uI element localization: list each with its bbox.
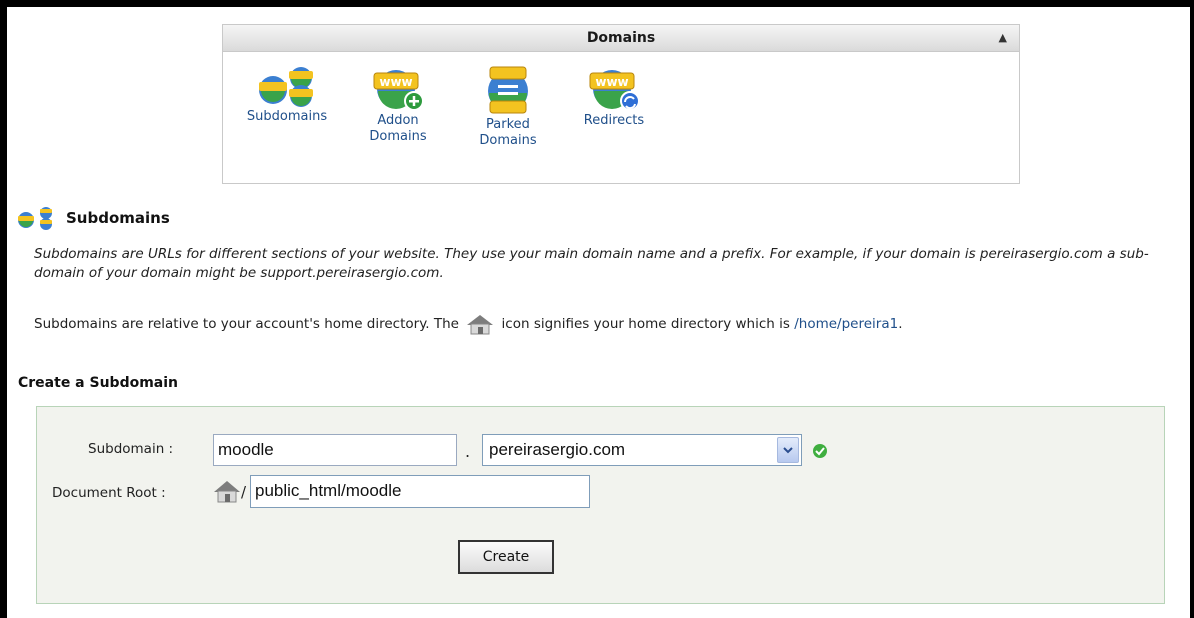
document-root-slash: / [241, 483, 247, 501]
collapse-arrow-icon[interactable]: ▲ [999, 25, 1007, 51]
domain-select-value: pereirasergio.com [489, 440, 626, 459]
subdomains-description: Subdomains are URLs for different sectio… [34, 246, 1149, 281]
chevron-down-icon[interactable] [777, 437, 799, 463]
home-directory-link[interactable]: /home/pereira1 [794, 316, 898, 332]
home-icon [467, 315, 494, 335]
subdomain-label: Subdomain : [88, 441, 174, 457]
redirects-icon: www [589, 70, 640, 111]
parked-domains-icon [488, 66, 528, 114]
home-note-end: . [898, 316, 903, 332]
www-text: www [379, 75, 412, 89]
page-title-text: Subdomains [66, 209, 170, 227]
window-frame-top [0, 0, 1194, 7]
www-text: www [595, 75, 628, 89]
domains-panel-title: Domains [586, 30, 656, 46]
create-subdomain-heading: Create a Subdomain [18, 375, 179, 391]
page-title: Subdomains [16, 206, 170, 230]
domain-item-addon-domains[interactable]: www Addon Domains [353, 65, 443, 145]
domain-item-label: Parked [486, 117, 530, 132]
home-note-text: Subdomains are relative to your account'… [34, 316, 459, 332]
window-frame-right [1190, 0, 1194, 618]
home-directory-note: Subdomains are relative to your account'… [34, 311, 1084, 337]
subdomain-input[interactable]: moodle [213, 434, 457, 466]
window-frame-left [0, 0, 7, 618]
create-button[interactable]: Create [458, 540, 554, 574]
domain-select[interactable]: pereirasergio.com [482, 434, 802, 466]
domain-item-label: Addon [377, 113, 419, 128]
domain-item-redirects[interactable]: www Redirects [569, 65, 659, 129]
domain-item-label: Redirects [583, 113, 645, 128]
domain-separator-dot: . [465, 442, 471, 461]
domains-panel-header[interactable]: Domains ▲ [223, 25, 1019, 52]
domain-item-label-line2: Domains [479, 133, 537, 148]
document-root-input[interactable]: public_html/moodle [250, 475, 590, 508]
domains-panel: Domains ▲ Subdomains www Addon Domains P… [222, 24, 1020, 184]
domain-item-label-line2: Domains [369, 129, 427, 144]
subdomains-heading-icon [18, 207, 52, 230]
document-root-label: Document Root : [52, 485, 166, 501]
home-note-text-2: icon signifies your home directory which… [501, 316, 790, 332]
subdomains-icon [259, 67, 313, 107]
domain-item-parked-domains[interactable]: Parked Domains [463, 65, 553, 149]
addon-domains-icon: www [373, 70, 424, 111]
domain-item-label: Subdomains [246, 109, 328, 124]
home-icon [214, 481, 240, 503]
domain-item-subdomains[interactable]: Subdomains [231, 65, 343, 125]
valid-check-icon [813, 444, 827, 458]
